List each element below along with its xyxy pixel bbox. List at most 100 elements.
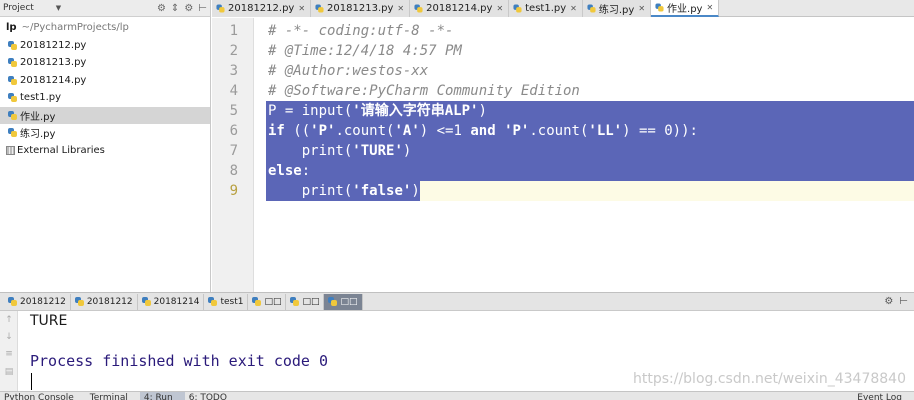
print-icon[interactable]: ▤ [4,367,14,377]
tool-window-bar: Python Console Terminal 4: Run 6: TODO E… [0,391,914,400]
project-panel-header: Project ▼ ⚙ ⇕ ⚙ ⊢ [0,0,210,17]
close-icon[interactable]: ✕ [298,4,305,13]
tool-python-console[interactable]: Python Console [0,392,86,400]
tree-file[interactable]: 练习.py [0,124,210,142]
close-icon[interactable]: ✕ [496,4,503,13]
code-area[interactable]: # -*- coding:utf-8 -*- # @Time:12/4/18 4… [266,18,914,292]
project-panel: Project ▼ ⚙ ⇕ ⚙ ⊢ lp ~/PycharmProjects/l… [0,0,211,292]
python-run-icon [327,296,338,307]
gear-icon[interactable]: ⚙ [884,296,893,307]
tool-event-log[interactable]: Event Log [853,392,914,400]
run-tab[interactable]: 20181214 [138,293,205,310]
python-run-icon [7,296,18,307]
string-token: 'A' [394,123,420,139]
editor-tab[interactable]: 20181213.py ✕ [311,0,411,17]
code-line: # @Software:PyCharm Community Edition [268,83,580,99]
code-line: # -*- coding:utf-8 -*- [268,23,454,39]
run-tab-bar: 20181212 20181212 20181214 test1 □□ □□ □… [0,292,914,311]
run-tab[interactable]: 20181212 [71,293,138,310]
run-tab-label: 20181214 [153,296,200,307]
tab-label: 20181213.py [327,3,394,14]
editor-tab-active[interactable]: 作业.py ✕ [651,0,720,17]
string-token: 'false' [352,183,412,199]
code-token: .count( [529,123,589,139]
tool-todo[interactable]: 6: TODO [185,392,239,400]
console-exit-message: Process finished with exit code 0 [30,352,329,370]
root-folder-name: lp [6,22,17,34]
tree-file[interactable]: 20181214.py [0,72,210,90]
code-token: print( [268,183,353,199]
file-name: 20181213.py [20,57,87,69]
editor-tab[interactable]: 20181214.py ✕ [410,0,510,17]
tree-file[interactable]: test1.py [0,89,210,107]
editor-tab[interactable]: 20181212.py ✕ [212,0,312,17]
tree-external-libraries[interactable]: External Libraries [0,142,210,160]
python-file-icon [7,110,18,121]
file-name: 作业.py [20,111,56,123]
code-line-selected: P = input('请输入字符串ALP') [266,101,914,121]
tree-root-lp[interactable]: lp ~/PycharmProjects/lp [0,19,210,37]
code-line-selected: print('TURE') [266,141,914,161]
soft-wrap-icon[interactable]: ≡ [4,349,14,359]
run-tab[interactable]: □□ [286,293,325,310]
external-libraries-label: External Libraries [17,144,105,156]
close-icon[interactable]: ✕ [570,4,577,13]
code-token: ) [478,103,487,119]
close-icon[interactable]: ✕ [397,4,404,13]
editor-tab[interactable]: 练习.py ✕ [582,0,652,17]
line-number: 2 [229,43,238,59]
python-file-icon [586,4,596,14]
run-tab[interactable]: □□ [248,293,287,310]
editor-tab-bar: 20181212.py ✕ 20181213.py ✕ 20181214.py ✕ t… [212,0,914,17]
tool-run[interactable]: 4: Run [139,392,185,400]
tree-file[interactable]: 20181212.py [0,37,210,55]
tab-label: test1.py [525,3,567,14]
tree-file-selected[interactable]: 作业.py [0,106,210,124]
tree-file[interactable]: 20181213.py [0,54,210,72]
line-number: 4 [229,83,238,99]
python-run-icon [207,296,218,307]
close-icon[interactable]: ✕ [638,4,645,13]
tab-label: 20181214.py [426,3,493,14]
options-icon[interactable]: ⚙ [184,3,193,14]
watermark-text: https://blog.csdn.net/weixin_43478840 [632,371,906,387]
run-tab-active[interactable]: □□ [324,293,363,310]
gear-settings-icon[interactable]: ⚙ [157,3,166,14]
line-number-gutter: 1 2 3 4 5 6 7 8 9 [212,18,254,292]
arrow-up-icon[interactable]: ↑ [4,315,14,325]
editor-tab[interactable]: test1.py ✕ [509,0,583,17]
string-token: 'P' [504,123,530,139]
root-folder-path: ~/PycharmProjects/lp [21,22,129,34]
project-tree: lp ~/PycharmProjects/lp 20181212.py 2018… [0,17,210,159]
run-tab[interactable]: 20181212 [4,293,71,310]
ide-main: Project ▼ ⚙ ⇕ ⚙ ⊢ lp ~/PycharmProjects/l… [0,0,914,292]
chevron-down-icon[interactable]: ▼ [56,4,61,12]
run-tab[interactable]: test1 [204,293,249,310]
arrow-down-icon[interactable]: ↓ [4,332,14,342]
hide-panel-icon[interactable]: ⊢ [899,296,908,307]
line-number: 7 [229,143,238,159]
console-toolbar: ↑ ↓ ≡ ▤ [0,311,18,391]
hide-panel-icon[interactable]: ⊢ [198,3,207,14]
python-file-icon [7,40,18,51]
code-token: : [301,163,311,179]
code-editor[interactable]: 1 2 3 4 5 6 7 8 9 # -*- coding:utf-8 -*-… [212,18,914,292]
line-number-current: 9 [229,183,238,199]
python-file-icon [513,4,523,14]
tool-terminal[interactable]: Terminal [86,392,140,400]
file-name: 20181212.py [20,39,87,51]
project-panel-title[interactable]: Project [3,3,34,13]
tab-label: 20181212.py [228,3,295,14]
line-number: 8 [229,163,238,179]
code-line-selected: else: [266,161,914,181]
keyword-token: else [268,163,302,179]
collapse-icon[interactable]: ⇕ [171,3,179,14]
run-tab-label: 20181212 [20,296,66,307]
code-line-selected: print('false') [266,181,420,201]
python-run-icon [251,296,262,307]
close-icon[interactable]: ✕ [706,3,713,12]
python-file-icon [7,127,18,138]
code-token: ) == 0)): [622,123,698,139]
run-console[interactable]: ↑ ↓ ≡ ▤ TURE Process finished with exit … [0,311,914,391]
